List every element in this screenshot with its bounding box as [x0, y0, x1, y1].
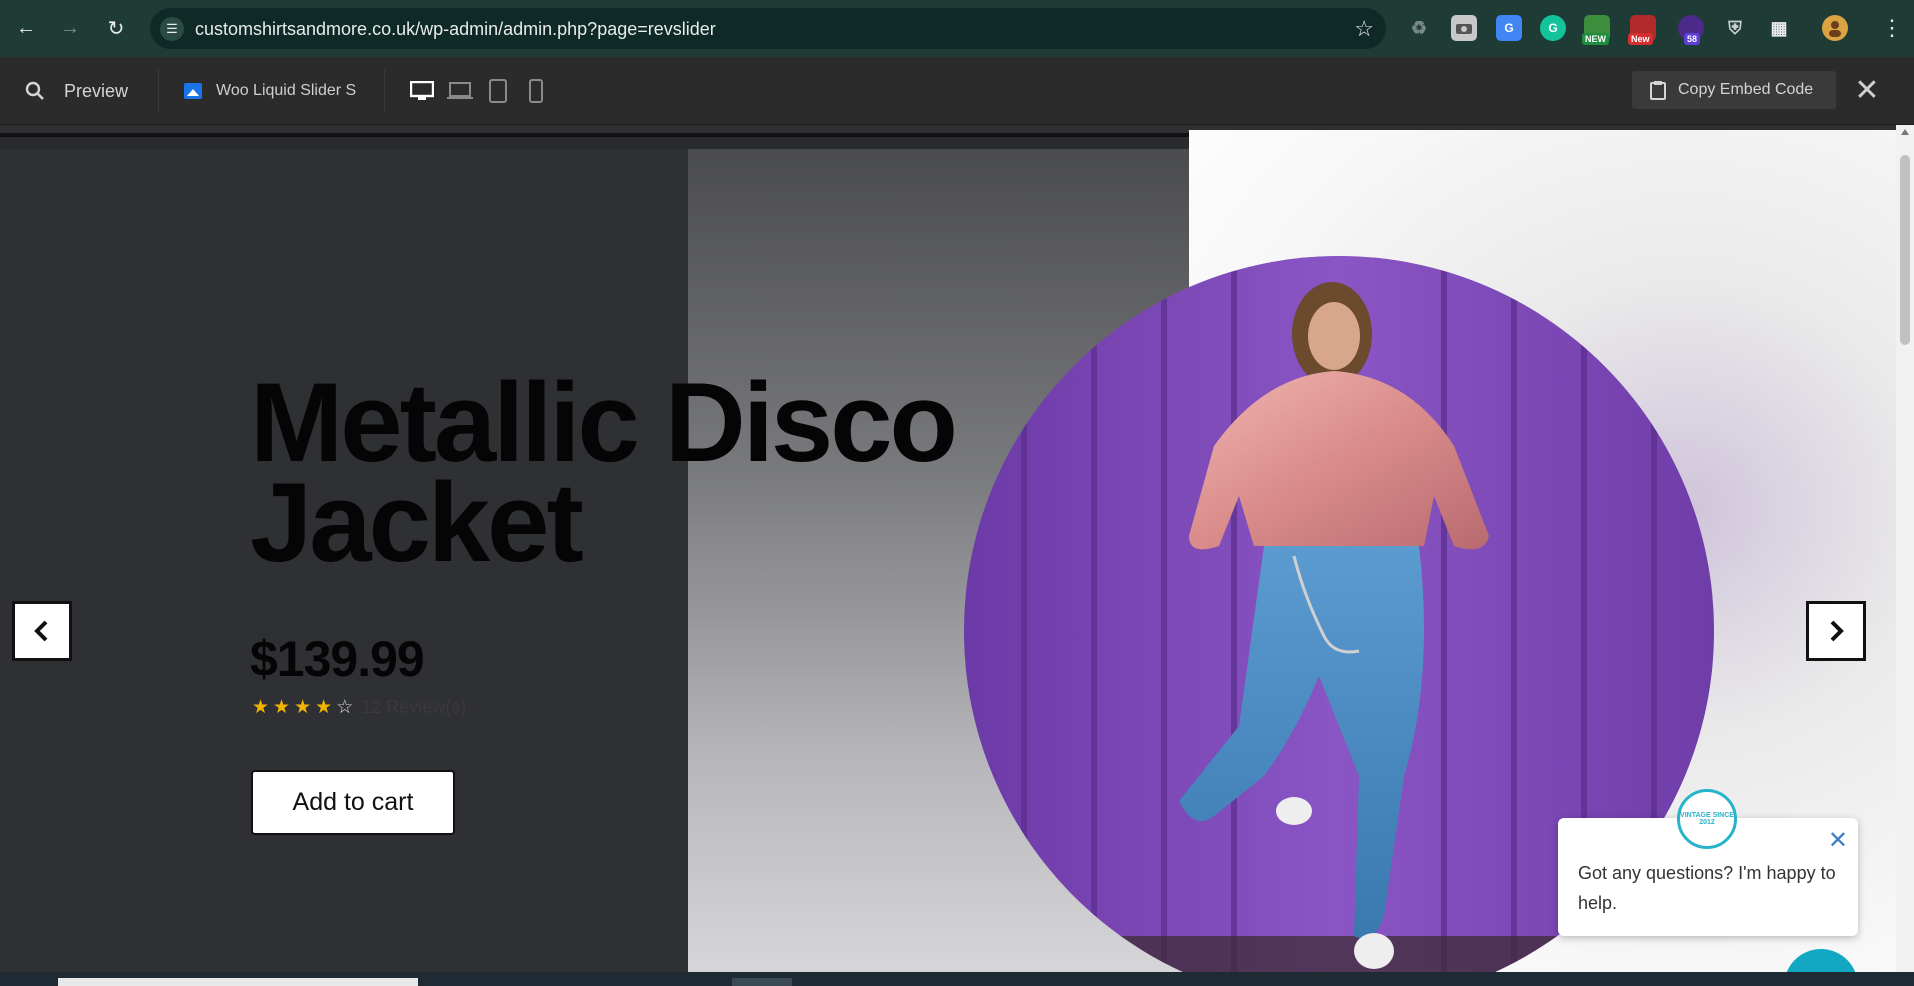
clipboard-icon [1650, 81, 1666, 100]
forward-icon[interactable]: → [54, 12, 86, 44]
preview-label: Preview [64, 80, 129, 101]
chat-message: Got any questions? I'm happy to help. [1578, 863, 1836, 913]
shield-extension-icon[interactable]: ⛨ [1722, 15, 1748, 41]
extension-badge: New [1628, 33, 1653, 45]
search-icon [25, 81, 44, 100]
browser-menu-icon[interactable]: ⋮ [1876, 12, 1908, 44]
preview-tab[interactable]: Preview [24, 57, 128, 125]
image-icon [184, 83, 202, 99]
chevron-right-icon [1830, 620, 1844, 642]
grammarly-extension-icon[interactable]: G [1540, 15, 1566, 41]
previous-slide-button[interactable] [12, 601, 72, 661]
recycle-extension-icon[interactable]: ♻ [1406, 15, 1432, 41]
divider [158, 69, 159, 113]
new-extension-icon[interactable]: NEW [1582, 15, 1610, 45]
close-icon[interactable]: ✕ [1828, 826, 1848, 855]
puzzle-extension-icon[interactable]: ▦ [1766, 15, 1792, 41]
mobile-icon[interactable] [522, 77, 550, 105]
scroll-thumb[interactable] [1900, 155, 1910, 345]
taskbar-item[interactable] [732, 978, 792, 986]
product-title: Metallic Disco Jacket [250, 360, 958, 585]
tablet-icon[interactable] [484, 77, 512, 105]
review-count[interactable]: 12 Review(s) [361, 697, 466, 718]
slider-preview-toolbar: Preview Woo Liquid Slider S Copy Embed C… [0, 57, 1914, 125]
star-icon: ★ [294, 697, 312, 718]
address-bar[interactable]: ☰ customshirtsandmore.co.uk/wp-admin/adm… [150, 8, 1386, 49]
laptop-icon[interactable] [446, 77, 474, 105]
site-settings-icon[interactable]: ☰ [160, 17, 184, 41]
copy-embed-code-button[interactable]: Copy Embed Code [1632, 71, 1836, 109]
taskbar [0, 972, 1914, 986]
browser-chrome: ← → ↻ ☰ customshirtsandmore.co.uk/wp-adm… [0, 0, 1914, 57]
close-icon[interactable]: ✕ [1852, 73, 1882, 107]
divider [384, 69, 385, 113]
chevron-left-icon [34, 620, 48, 642]
title-line-1: Metallic Disco [250, 360, 958, 485]
product-rating: ★ ★ ★ ★ ☆ 12 Review(s) [252, 696, 466, 719]
slider-stage: Metallic Disco Jacket $139.99 ★ ★ ★ ★ ☆ … [0, 125, 1896, 972]
title-line-2: Jacket [250, 460, 584, 585]
avatar[interactable] [1822, 15, 1848, 41]
slide-top-strip [0, 137, 1190, 149]
back-icon[interactable]: ← [10, 12, 42, 44]
star-icon: ★ [252, 697, 270, 718]
star-icon: ★ [273, 697, 291, 718]
extension-badge: NEW [1582, 33, 1609, 45]
star-icon: ★ [315, 697, 333, 718]
copy-embed-label: Copy Embed Code [1678, 81, 1814, 98]
extension-badge: 58 [1684, 33, 1701, 45]
slider-selector[interactable]: Woo Liquid Slider S [184, 57, 356, 125]
next-slide-button[interactable] [1806, 601, 1866, 661]
hat-extension-icon[interactable]: 58 [1678, 15, 1704, 45]
taskbar-item[interactable] [58, 978, 418, 986]
star-empty-icon: ☆ [336, 697, 354, 718]
desktop-icon[interactable] [408, 77, 436, 105]
camera-extension-icon[interactable] [1451, 15, 1477, 41]
url-text[interactable]: customshirtsandmore.co.uk/wp-admin/admin… [195, 19, 716, 40]
new-red-extension-icon[interactable]: New [1628, 15, 1656, 45]
scroll-up-arrow-icon[interactable] [1901, 129, 1909, 135]
reload-icon[interactable]: ↻ [100, 12, 132, 44]
chat-logo: VINTAGE SINCE 2012 [1677, 789, 1737, 849]
page-scrollbar[interactable] [1896, 125, 1914, 972]
translate-extension-icon[interactable]: G [1496, 15, 1522, 41]
bookmark-star-icon[interactable]: ☆ [1354, 16, 1374, 42]
product-price: $139.99 [250, 631, 425, 687]
slider-name: Woo Liquid Slider S [216, 82, 357, 99]
add-to-cart-button[interactable]: Add to cart [251, 770, 455, 835]
